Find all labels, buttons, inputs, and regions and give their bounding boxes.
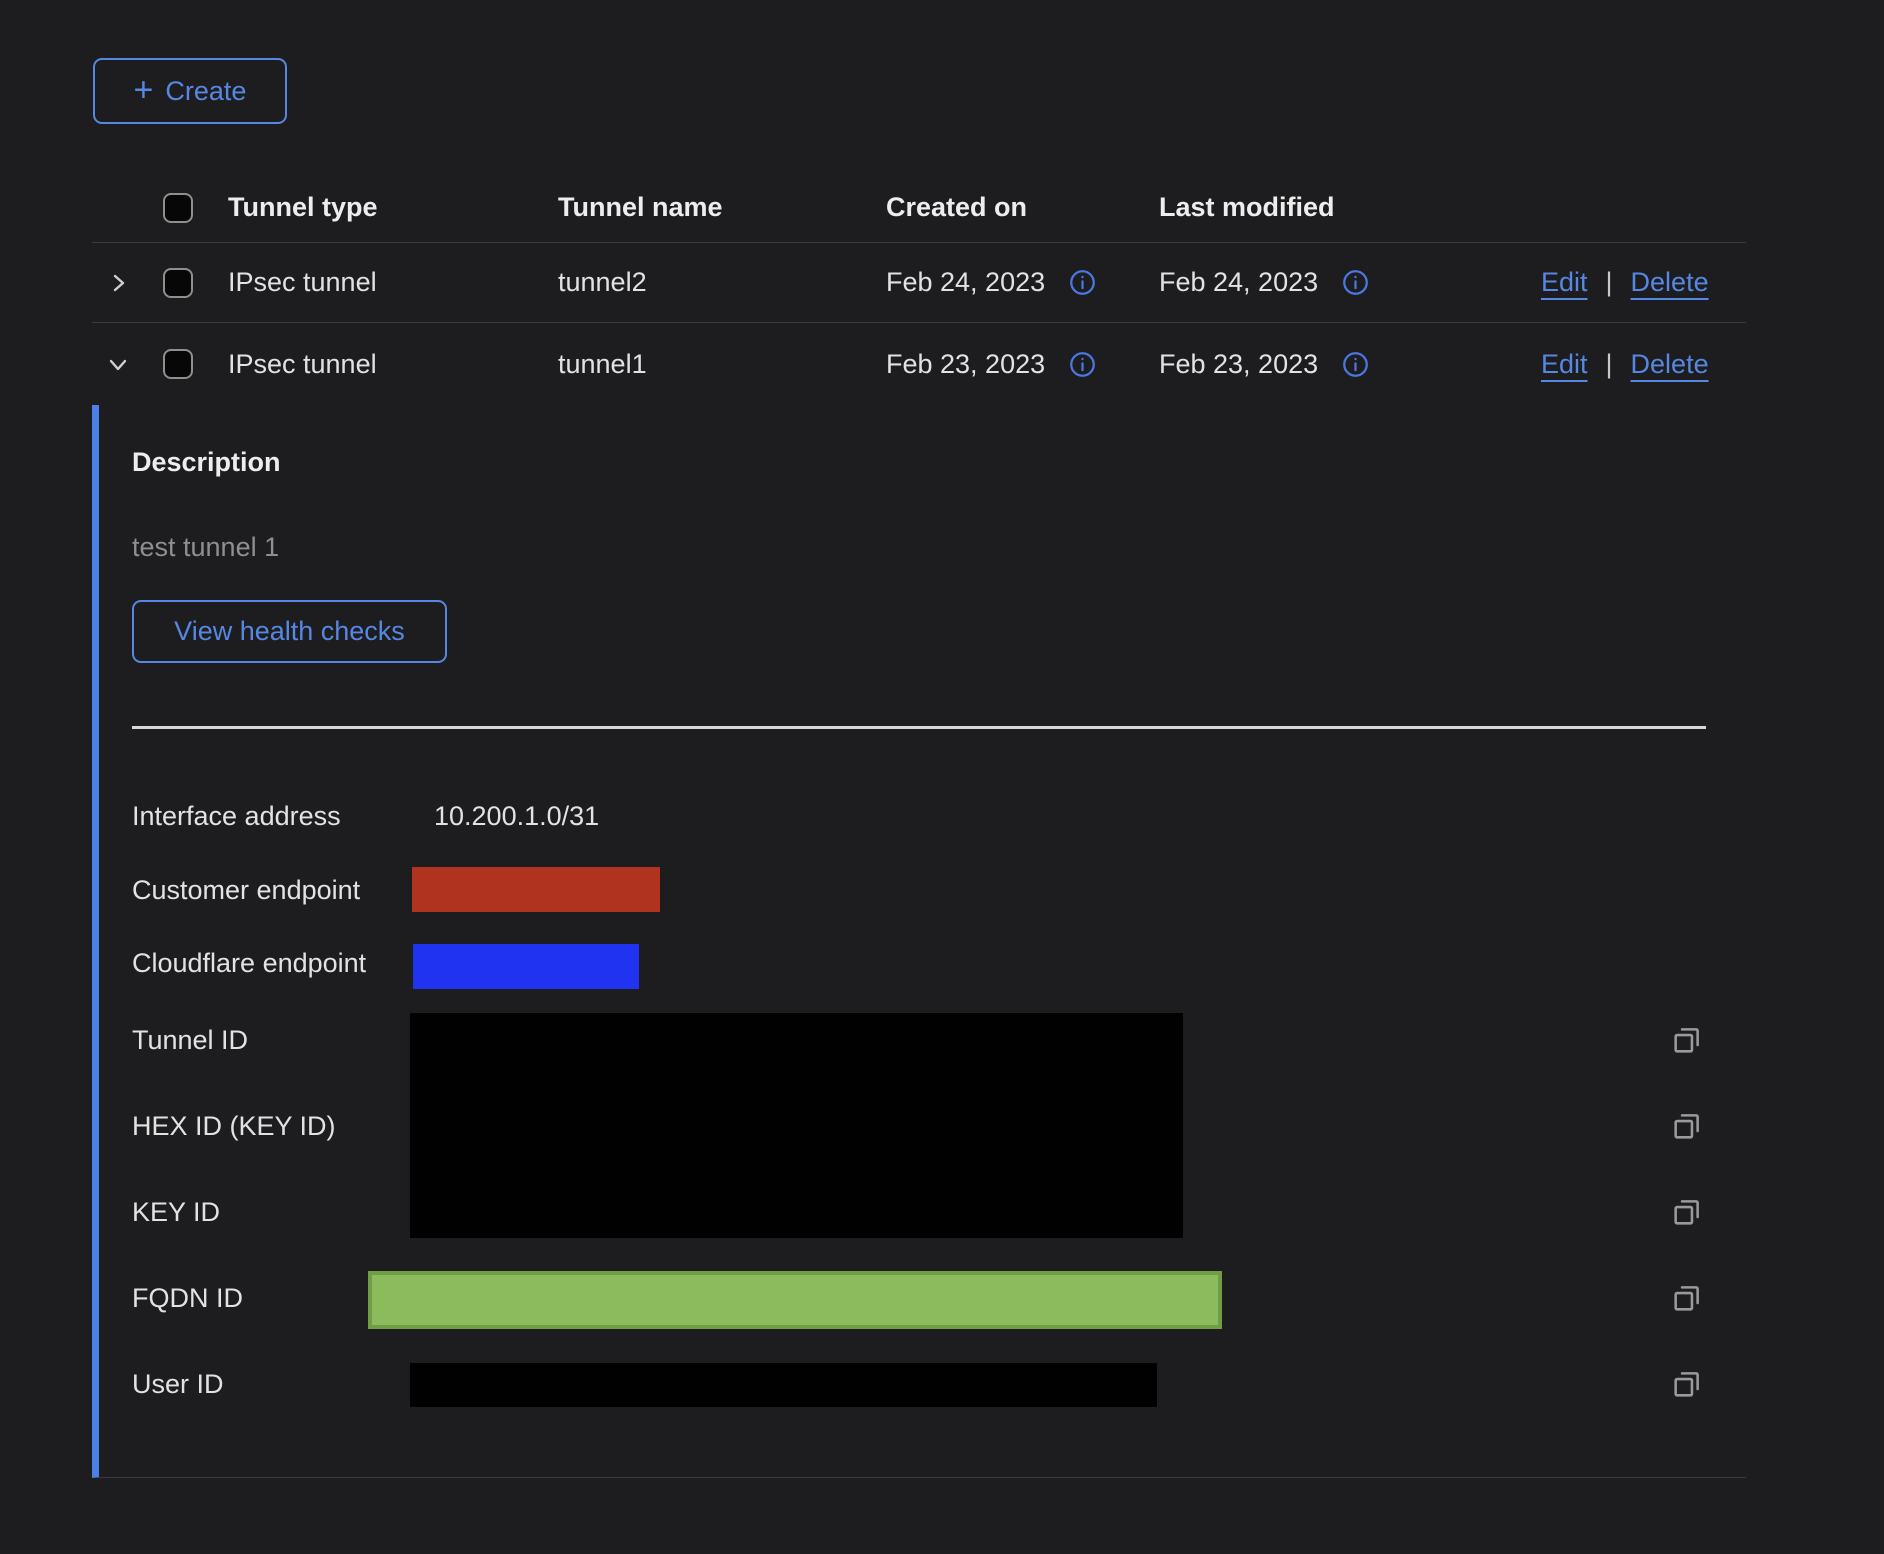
created-on-value: Feb 23, 2023 <box>886 349 1045 380</box>
created-on-cell: Feb 23, 2023 <box>886 349 1159 380</box>
created-on-value: Feb 24, 2023 <box>886 267 1045 298</box>
customer-endpoint-label: Customer endpoint <box>132 873 360 907</box>
chevron-down-icon <box>106 352 130 376</box>
last-modified-cell: Feb 23, 2023 <box>1159 349 1541 380</box>
copy-icon[interactable] <box>1670 1367 1704 1401</box>
row-checkbox-cell <box>163 268 228 298</box>
expand-row-button[interactable] <box>92 271 163 295</box>
copy-icon[interactable] <box>1670 1281 1704 1315</box>
user-id-redacted-value <box>410 1363 1157 1407</box>
column-header-last-modified: Last modified <box>1159 192 1541 223</box>
copy-icon[interactable] <box>1670 1109 1704 1143</box>
create-button[interactable]: + Create <box>93 58 287 124</box>
info-icon[interactable] <box>1069 351 1096 378</box>
collapse-row-button[interactable] <box>92 352 163 376</box>
interface-address-value: 10.200.1.0/31 <box>434 799 599 833</box>
select-all-checkbox[interactable] <box>163 193 193 223</box>
delete-link[interactable]: Delete <box>1631 267 1709 298</box>
edit-link[interactable]: Edit <box>1541 267 1588 298</box>
header-checkbox-cell <box>163 193 228 223</box>
fqdn-id-redacted-value <box>368 1271 1222 1329</box>
plus-icon: + <box>134 73 154 107</box>
description-value: test tunnel 1 <box>132 530 279 564</box>
chevron-right-icon <box>106 271 130 295</box>
tunnel-type-value: IPsec tunnel <box>228 267 558 298</box>
created-on-cell: Feb 24, 2023 <box>886 267 1159 298</box>
hex-id-label: HEX ID (KEY ID) <box>132 1109 336 1143</box>
tunnels-table: Tunnel type Tunnel name Created on Last … <box>92 173 1746 405</box>
edit-link[interactable]: Edit <box>1541 349 1588 380</box>
tunnel-name-value: tunnel2 <box>558 267 886 298</box>
table-row: IPsec tunnel tunnel2 Feb 24, 2023 Feb 24… <box>92 243 1746 323</box>
copy-icon[interactable] <box>1670 1023 1704 1057</box>
cloudflare-endpoint-label: Cloudflare endpoint <box>132 946 366 980</box>
user-id-label: User ID <box>132 1367 224 1401</box>
tunnel-id-label: Tunnel ID <box>132 1023 248 1057</box>
copy-icon[interactable] <box>1670 1195 1704 1229</box>
row-actions-cell: Edit | Delete <box>1541 267 1746 298</box>
action-separator: | <box>1606 349 1613 380</box>
fqdn-id-label: FQDN ID <box>132 1281 243 1315</box>
key-id-label: KEY ID <box>132 1195 220 1229</box>
delete-link[interactable]: Delete <box>1631 349 1709 380</box>
create-button-label: Create <box>165 76 246 107</box>
column-header-tunnel-type: Tunnel type <box>228 192 558 223</box>
info-icon[interactable] <box>1342 269 1369 296</box>
customer-endpoint-redacted-value <box>412 867 660 912</box>
table-row: IPsec tunnel tunnel1 Feb 23, 2023 Feb 23… <box>92 323 1746 405</box>
last-modified-value: Feb 24, 2023 <box>1159 267 1318 298</box>
row-checkbox[interactable] <box>163 349 193 379</box>
row-actions-cell: Edit | Delete <box>1541 349 1746 380</box>
row-checkbox-cell <box>163 349 228 379</box>
view-health-checks-button[interactable]: View health checks <box>132 600 447 663</box>
section-divider <box>132 726 1706 729</box>
last-modified-cell: Feb 24, 2023 <box>1159 267 1541 298</box>
table-header-row: Tunnel type Tunnel name Created on Last … <box>92 173 1746 243</box>
tunnel-type-value: IPsec tunnel <box>228 349 558 380</box>
info-icon[interactable] <box>1069 269 1096 296</box>
tunnel-name-value: tunnel1 <box>558 349 886 380</box>
tunnel-details-panel: Description test tunnel 1 View health ch… <box>92 405 1746 1478</box>
column-header-created-on: Created on <box>886 192 1159 223</box>
tunnels-page: + Create Tunnel type Tunnel name Created… <box>0 0 1884 1554</box>
interface-address-label: Interface address <box>132 799 341 833</box>
column-header-tunnel-name: Tunnel name <box>558 192 886 223</box>
info-icon[interactable] <box>1342 351 1369 378</box>
action-separator: | <box>1606 267 1613 298</box>
description-heading: Description <box>132 445 281 479</box>
cloudflare-endpoint-redacted-value <box>413 944 639 989</box>
row-checkbox[interactable] <box>163 268 193 298</box>
tunnel-hex-key-id-redacted-values <box>410 1013 1183 1238</box>
last-modified-value: Feb 23, 2023 <box>1159 349 1318 380</box>
